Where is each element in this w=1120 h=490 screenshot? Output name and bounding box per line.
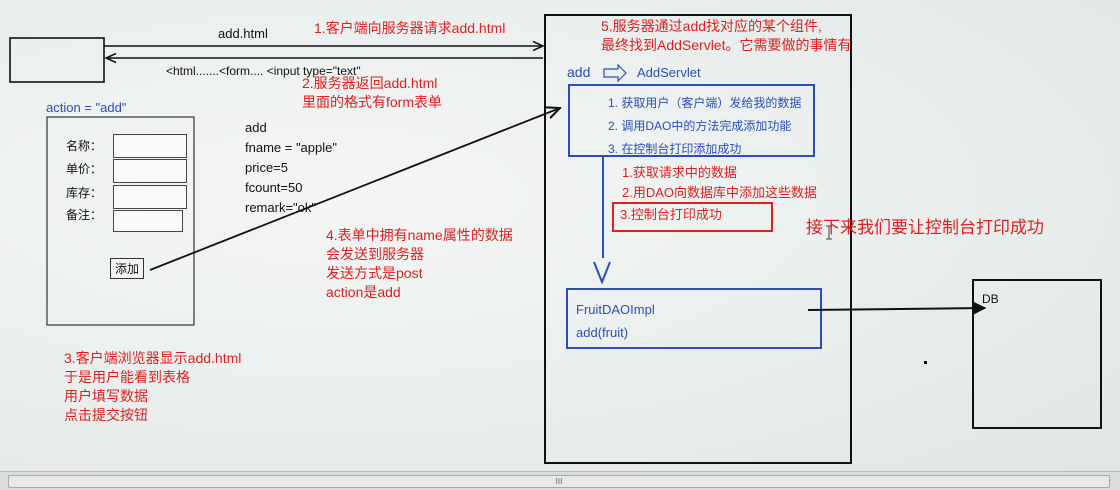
- field-input-price[interactable]: [113, 159, 187, 183]
- servlet-task: 3. 在控制台打印添加成功: [608, 142, 742, 156]
- red-task: 1.获取请求中的数据: [622, 165, 737, 180]
- scrollbar-thumb[interactable]: III: [8, 475, 1110, 488]
- form-params-list: add fname = "apple" price=5 fcount=50 re…: [245, 118, 337, 218]
- server-box: [544, 14, 852, 464]
- form-param: fcount=50: [245, 180, 303, 195]
- step3-line: 用户填写数据: [64, 388, 148, 404]
- horizontal-scrollbar[interactable]: III: [0, 471, 1120, 490]
- field-label-price: 单价：: [66, 162, 103, 176]
- db-label: DB: [982, 292, 999, 306]
- request-url-label: add.html: [218, 26, 268, 41]
- mapping-arrow-icon: [603, 63, 627, 83]
- next-step-note: 接下来我们要让控制台打印成功: [806, 218, 1044, 237]
- dao-class-label: FruitDAOImpl: [576, 302, 655, 317]
- form-param: add: [245, 120, 267, 135]
- step2-line: 2.服务器返回add.html: [302, 75, 438, 91]
- field-input-name[interactable]: [113, 134, 187, 158]
- step1-note: 1.客户端向服务器请求add.html: [314, 20, 506, 36]
- servlet-task: 1. 获取用户（客户端）发给我的数据: [608, 96, 802, 110]
- form-param: fname = "apple": [245, 140, 337, 155]
- step3-line: 点击提交按钮: [64, 407, 148, 423]
- red-task-list: 1.获取请求中的数据 2.用DAO向数据库中添加这些数据: [622, 163, 817, 203]
- step4-line: 会发送到服务器: [326, 246, 424, 262]
- servlet-task-list: 1. 获取用户（客户端）发给我的数据 2. 调用DAO中的方法完成添加功能 3.…: [608, 92, 801, 161]
- form-action-label: action = "add": [46, 100, 127, 115]
- dot-mark: [924, 361, 927, 364]
- add-submit-button[interactable]: 添加: [110, 258, 145, 279]
- step5-line: 最终找到AddServlet。它需要做的事情有: [601, 37, 852, 53]
- servlet-task: 2. 调用DAO中的方法完成添加功能: [608, 119, 792, 133]
- step4-note: 4.表单中拥有name属性的数据 会发送到服务器 发送方式是post actio…: [326, 226, 513, 302]
- red-task: 2.用DAO向数据库中添加这些数据: [622, 185, 818, 200]
- step4-line: action是add: [326, 284, 401, 300]
- field-label-name: 名称：: [66, 139, 103, 153]
- step3-note: 3.客户端浏览器显示add.html 于是用户能看到表格 用户填写数据 点击提交…: [64, 349, 241, 425]
- step5-line: 5.服务器通过add找对应的某个组件,: [601, 18, 822, 34]
- down-arrow-head-icon: [593, 261, 611, 285]
- step2-note: 2.服务器返回add.html 里面的格式有form表单: [302, 74, 442, 112]
- dao-to-db-arrow: [807, 301, 987, 316]
- highlight-task-label: 3.控制台打印成功: [620, 207, 722, 222]
- dao-text: FruitDAOImpl add(fruit): [576, 298, 655, 344]
- step3-line: 于是用户能看到表格: [64, 369, 190, 385]
- dao-method-label: add(fruit): [576, 325, 629, 340]
- form-param: price=5: [245, 160, 288, 175]
- mapping-from-label: add: [567, 64, 591, 80]
- field-label-remark: 备注：: [66, 208, 103, 222]
- field-label-stock: 库存：: [66, 186, 103, 200]
- step4-line: 4.表单中拥有name属性的数据: [326, 227, 513, 243]
- field-input-remark[interactable]: [113, 210, 183, 232]
- mapping-to-label: AddServlet: [637, 65, 701, 80]
- step3-line: 3.客户端浏览器显示add.html: [64, 350, 242, 366]
- step2-line: 里面的格式有form表单: [302, 94, 442, 110]
- field-input-stock[interactable]: [113, 185, 187, 209]
- client-browser-box: [9, 37, 105, 83]
- step4-line: 发送方式是post: [326, 265, 423, 281]
- form-param: remark="ok": [245, 200, 316, 215]
- step5-note: 5.服务器通过add找对应的某个组件, 最终找到AddServlet。它需要做的…: [601, 17, 851, 55]
